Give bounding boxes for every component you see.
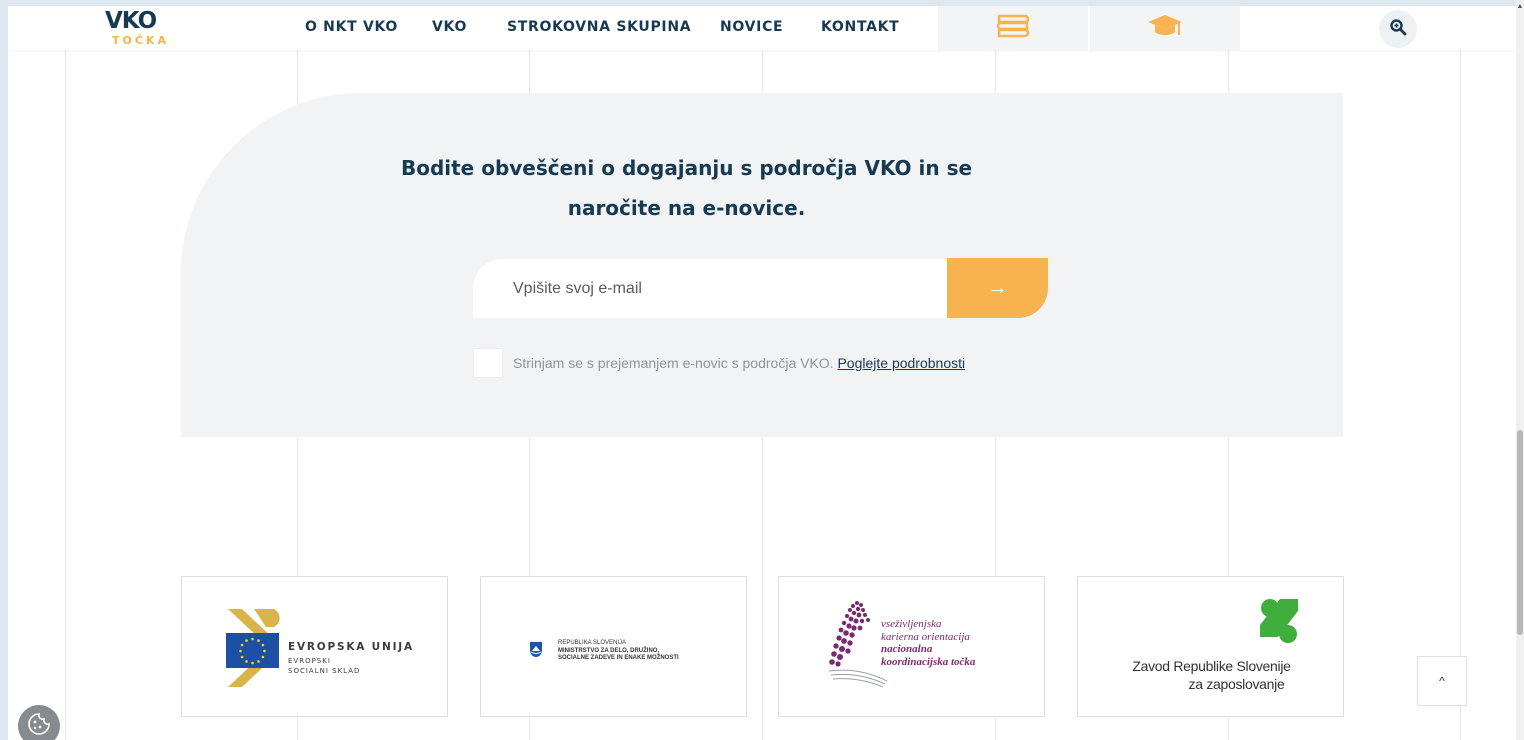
logo-sub-text: TOČKA xyxy=(112,34,169,47)
nav-item-o-nkt-vko[interactable]: O NKT VKO xyxy=(305,19,398,35)
books-button[interactable] xyxy=(938,6,1088,50)
ncot-line2: karierna orientacija xyxy=(881,630,970,643)
search-zoom-icon xyxy=(1389,18,1407,41)
eu-title: EVROPSKA UNIJA xyxy=(288,641,414,653)
partner-logo-ncot[interactable]: vseživljenjska karierna orientacija naci… xyxy=(778,576,1045,717)
nav-item-vko[interactable]: VKO xyxy=(432,19,467,35)
back-to-top-button[interactable]: ^ xyxy=(1417,656,1467,706)
ministry-text: REPUBLIKA SLOVENIJA MINISTRSTVO ZA DELO,… xyxy=(558,640,679,663)
graduation-cap-icon xyxy=(1146,13,1184,44)
eu-subtitle-line1: EVROPSKI xyxy=(288,657,331,665)
eu-subtitle-line2: SOCIALNI SKLAD xyxy=(288,667,361,675)
newsletter-section: Bodite obveščeni o dogajanju s področja … xyxy=(181,93,1343,437)
eu-subtitle: EVROPSKI SOCIALNI SKLAD xyxy=(288,656,360,676)
partner-logo-zrs[interactable]: Zavod Republike Slovenije za zaposlovanj… xyxy=(1077,576,1344,717)
newsletter-title-line1: Bodite obveščeni o dogajanju s področja … xyxy=(400,156,973,180)
newsletter-title: Bodite obveščeni o dogajanju s področja … xyxy=(181,148,1192,228)
page: VKO TOČKA O NKT VKO VKO STROKOVNA SKUPIN… xyxy=(8,6,1516,740)
newsletter-title-line2: naročite na e-novice. xyxy=(567,196,806,220)
consent-details-link[interactable]: Poglejte podrobnosti xyxy=(837,355,965,371)
scrollbar-thumb[interactable] xyxy=(1517,430,1523,635)
cookie-icon xyxy=(27,712,51,740)
cookie-settings-button[interactable] xyxy=(18,705,60,740)
nav-item-kontakt[interactable]: KONTAKT xyxy=(821,19,899,35)
zrs-line2: za zaposlovanje xyxy=(1188,676,1285,692)
grid-line xyxy=(1460,6,1461,740)
subscribe-submit-button[interactable]: → xyxy=(947,258,1048,318)
partner-logo-eu[interactable]: EVROPSKA UNIJA EVROPSKI SOCIALNI SKLAD xyxy=(181,576,448,717)
ncot-text: vseživljenjska karierna orientacija naci… xyxy=(881,618,975,668)
consent-checkbox[interactable] xyxy=(473,348,503,378)
consent-text: Strinjam se s prejemanjem e-novic s podr… xyxy=(513,355,834,371)
chevron-up-icon: ^ xyxy=(1439,674,1445,688)
ministry-line1: REPUBLIKA SLOVENIJA xyxy=(558,640,627,646)
site-header: VKO TOČKA O NKT VKO VKO STROKOVNA SKUPIN… xyxy=(8,6,1516,50)
graduation-button[interactable] xyxy=(1090,6,1240,50)
scroll-up-arrow-icon[interactable]: ▲ xyxy=(1516,2,1524,12)
logo-main-text: VKO xyxy=(105,8,157,34)
ncot-line1: vseživljenjska xyxy=(881,618,942,630)
partner-logo-ministry[interactable]: REPUBLIKA SLOVENIJA MINISTRSTVO ZA DELO,… xyxy=(480,576,747,717)
email-input[interactable] xyxy=(473,259,949,318)
nav-item-strokovna-skupina[interactable]: STROKOVNA SKUPINA xyxy=(507,19,691,35)
search-button[interactable] xyxy=(1379,10,1417,48)
grid-line xyxy=(65,6,66,740)
ministry-line3: SOCIALNE ZADEVE IN ENAKE MOŽNOSTI xyxy=(558,655,679,661)
ministry-line2: MINISTRSTVO ZA DELO, DRUŽINO, xyxy=(558,647,660,654)
nav-item-novice[interactable]: NOVICE xyxy=(720,19,783,35)
zrs-line1: Zavod Republike Slovenije xyxy=(1132,658,1291,674)
ncot-line4: koordinacijska točka xyxy=(881,655,976,668)
zrs-text: Zavod Republike Slovenije za zaposlovanj… xyxy=(1078,657,1345,693)
arrow-right-icon: → xyxy=(987,276,1008,299)
books-icon xyxy=(995,13,1031,44)
site-logo[interactable]: VKO TOČKA xyxy=(105,8,175,50)
consent-label: Strinjam se s prejemanjem e-novic s podr… xyxy=(513,355,965,371)
ncot-line3: nacionalna xyxy=(881,643,933,655)
